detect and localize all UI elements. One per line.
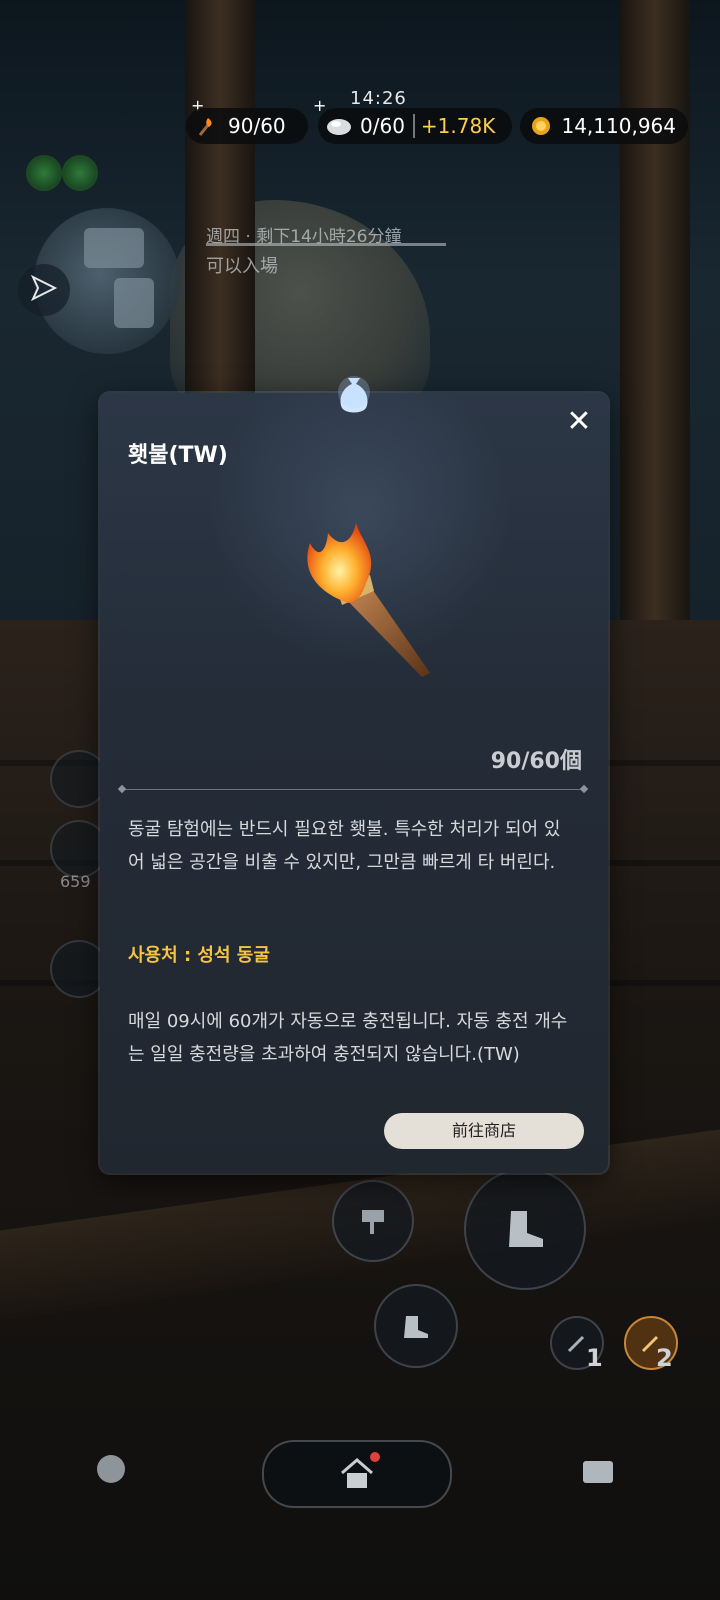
go-to-shop-button[interactable]: 前往商店 — [384, 1113, 584, 1149]
close-button[interactable]: ✕ — [562, 405, 596, 439]
torch-item-image — [270, 513, 450, 683]
silver-resource-counter[interactable]: 0/60 +1.78K — [318, 108, 512, 144]
skill-slot-1-level: 1 — [586, 1344, 603, 1372]
gold-amount: 14,110,964 — [561, 114, 676, 138]
navigation-arrow-icon — [29, 273, 59, 307]
item-title: 횃불(TW) — [128, 443, 228, 468]
buff-icon-2[interactable] — [62, 155, 98, 191]
home-icon — [341, 1458, 373, 1488]
dash-button[interactable] — [464, 1168, 586, 1290]
torch-icon — [194, 113, 220, 139]
silver-ore-icon — [326, 113, 352, 139]
torch-count: 90/60 — [228, 114, 286, 138]
winged-boot-icon — [404, 1316, 428, 1338]
close-icon: ✕ — [566, 404, 592, 439]
item-usage: 사용처 : 성석 동굴 — [128, 945, 270, 966]
buff-icon-1[interactable] — [26, 155, 62, 191]
boot-icon — [509, 1211, 543, 1247]
silver-bonus: +1.78K — [412, 114, 495, 138]
food-value: 659 — [60, 872, 91, 891]
skill-slot-2-level: 2 — [656, 1344, 673, 1372]
gold-coin-icon — [528, 113, 553, 139]
item-description: 동굴 탐험에는 반드시 필요한 횃불. 특수한 처리가 되어 있어 넓은 공간을… — [128, 819, 561, 873]
flag-icon — [362, 1210, 384, 1234]
character-menu-button[interactable] — [88, 1446, 134, 1492]
torch-resource-counter[interactable]: 90/60 — [186, 108, 308, 144]
item-info-dialog: 횃불(TW) ✕ 90/60個 동굴 탐험에는 반드시 필요한 횃불. 특수한 … — [100, 393, 608, 1173]
pouch-icon — [336, 370, 372, 414]
minimap-terrain — [114, 278, 154, 328]
character-icon — [97, 1455, 125, 1483]
silver-count: 0/60 — [360, 114, 405, 138]
home-notification-dot — [370, 1452, 380, 1462]
navigation-button[interactable] — [18, 264, 70, 316]
status-clock: 14:26 — [350, 88, 407, 109]
event-status-text: 可以入場 — [206, 256, 278, 277]
item-count: 90/60個 — [490, 749, 582, 774]
chest-icon — [583, 1461, 613, 1483]
section-divider — [122, 789, 584, 790]
event-progress-bar — [206, 243, 446, 246]
gold-resource-counter[interactable]: 14,110,964 — [520, 108, 688, 144]
home-button[interactable] — [262, 1440, 452, 1508]
inventory-button[interactable] — [576, 1448, 620, 1492]
jump-button[interactable] — [374, 1284, 458, 1368]
item-charge-info[interactable]: 매일 09시에 60개가 자동으로 충전됩니다. 자동 충전 개수는 일일 충전… — [128, 1005, 568, 1085]
minimap-terrain — [84, 228, 144, 268]
skill-button-flag[interactable] — [332, 1180, 414, 1262]
